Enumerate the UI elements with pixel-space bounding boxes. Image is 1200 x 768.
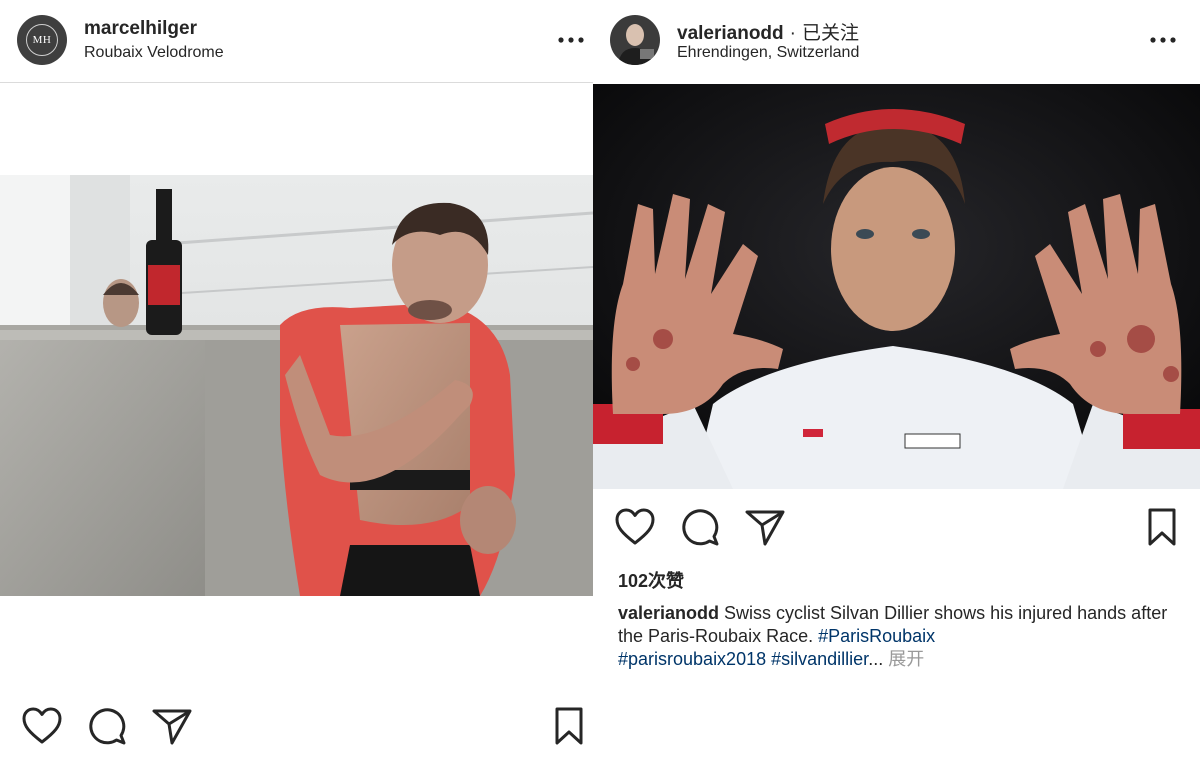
avatar-monogram: MH [26,24,58,56]
post-card-marcelhilger: MH marcelhilger Roubaix Velodrome [0,0,593,768]
username[interactable]: marcelhilger [84,18,197,40]
post-header: MH marcelhilger Roubaix Velodrome [0,0,593,83]
post-actions [593,507,1200,551]
heart-icon [615,508,655,545]
location-link[interactable]: Ehrendingen, Switzerland [677,44,859,62]
avatar-image [610,15,660,65]
share-button[interactable] [744,507,786,552]
more-options-icon [558,37,584,43]
share-icon [152,709,192,745]
post-photo[interactable] [593,84,1200,489]
bookmark-icon [555,707,583,745]
heart-icon [22,707,62,744]
comment-button[interactable] [680,507,720,552]
share-button[interactable] [151,706,193,751]
like-count[interactable]: 102次赞 [618,567,684,593]
follow-status[interactable]: 已关注 [802,23,859,44]
more-options-button[interactable] [557,30,585,50]
like-button[interactable] [614,507,656,552]
caption-username[interactable]: valerianodd [618,603,719,623]
post-card-valerianodd: valerianodd · 已关注 Ehrendingen, Switzerland [593,0,1200,768]
avatar[interactable]: MH [17,15,67,65]
username[interactable]: valerianodd [677,23,784,44]
separator: · [789,23,796,44]
like-button[interactable] [21,706,63,751]
more-options-button[interactable] [1149,30,1177,50]
more-options-icon [1150,37,1176,43]
post-photo-image [593,84,1200,489]
location-link[interactable]: Roubaix Velodrome [84,44,224,62]
save-button[interactable] [1146,507,1178,552]
hashtag-link[interactable]: #silvandillier [771,649,868,669]
bookmark-icon [1148,508,1176,546]
comment-icon [682,509,719,546]
post-actions [0,706,593,750]
comment-icon [89,708,126,745]
post-photo-image [0,175,593,596]
comment-button[interactable] [87,706,127,751]
post-photo[interactable] [0,175,593,596]
share-icon [745,510,785,546]
username-row: valerianodd · 已关注 [677,18,859,45]
post-caption: valerianodd Swiss cyclist Silvan Dillier… [618,602,1178,671]
avatar[interactable] [610,15,660,65]
hashtag-link[interactable]: #ParisRoubaix [818,626,935,646]
post-header: valerianodd · 已关注 Ehrendingen, Switzerland [593,0,1200,82]
save-button[interactable] [553,706,585,751]
expand-caption-link[interactable]: 展开 [888,649,924,669]
caption-ellipsis: ... [868,649,884,669]
hashtag-link[interactable]: #parisroubaix2018 [618,649,766,669]
